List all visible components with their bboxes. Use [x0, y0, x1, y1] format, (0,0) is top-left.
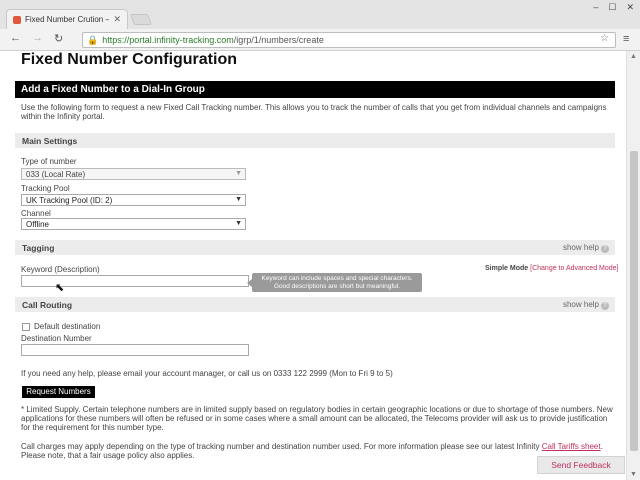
- tooltip-line-1: Keyword can include spaces and special c…: [261, 275, 413, 282]
- chevron-down-icon: ▼: [235, 170, 242, 177]
- url-path: /igrp/1/numbers/create: [233, 35, 324, 45]
- tagging-label: Tagging: [22, 243, 55, 253]
- close-window-button[interactable]: ✕: [626, 2, 634, 13]
- browser-titlebar: Fixed Number Crution – I ✕ – ☐ ✕: [0, 0, 640, 29]
- send-feedback-button[interactable]: Send Feedback: [537, 456, 625, 474]
- main-settings-header: Main Settings: [15, 133, 615, 148]
- tab-close-icon[interactable]: ✕: [113, 14, 121, 25]
- url-scheme: https://: [102, 35, 130, 45]
- destination-label: Destination Number: [21, 334, 92, 343]
- mode-toggle: Simple Mode [Change to Advanced Mode]: [485, 265, 618, 272]
- address-bar[interactable]: 🔒 https:// portal.infinity-tracking.com …: [82, 32, 616, 48]
- minimize-button[interactable]: –: [593, 2, 598, 13]
- type-value: 033 (Local Rate): [26, 170, 86, 179]
- call-routing-label: Call Routing: [22, 300, 73, 310]
- help-icon: ?: [601, 245, 609, 253]
- charges-text: Call charges may apply depending on the …: [21, 442, 613, 460]
- scroll-thumb[interactable]: [630, 151, 638, 451]
- new-tab-button[interactable]: [129, 14, 153, 25]
- charges-body: Call charges may apply depending on the …: [21, 442, 540, 451]
- main-settings-label: Main Settings: [22, 136, 78, 146]
- mouse-cursor-icon: ⬉: [55, 282, 65, 294]
- default-destination-label: Default destination: [34, 322, 101, 331]
- browser-tab[interactable]: Fixed Number Crution – I ✕: [6, 9, 128, 29]
- browser-toolbar: ← → ↻ 🔒 https:// portal.infinity-trackin…: [0, 29, 640, 51]
- forward-arrow-icon[interactable]: →: [32, 32, 43, 44]
- lock-icon: 🔒: [87, 34, 99, 45]
- browser-menu-icon[interactable]: ≡: [623, 33, 629, 45]
- intro-text: Use the following form to request a new …: [21, 103, 607, 121]
- call-routing-header: Call Routing show help?: [15, 297, 615, 312]
- limited-supply-text: * Limited Supply. Certain telephone numb…: [21, 405, 613, 432]
- tooltip-line-2: Good descriptions are short but meaningf…: [273, 282, 401, 290]
- advanced-mode-link[interactable]: [Change to Advanced Mode]: [530, 265, 618, 272]
- destination-input[interactable]: [21, 344, 249, 356]
- tab-title: Fixed Number Crution – I: [25, 15, 110, 24]
- show-help-label: show help: [562, 243, 599, 252]
- channel-value: Offline: [26, 220, 49, 229]
- request-numbers-button[interactable]: Request Numbers: [22, 386, 95, 398]
- chevron-down-icon: ▼: [235, 220, 242, 227]
- default-destination-checkbox[interactable]: [22, 323, 30, 331]
- keyword-tooltip: Keyword can include spaces and special c…: [247, 273, 422, 292]
- url-host: portal.infinity-tracking.com: [129, 35, 234, 45]
- tariffs-link[interactable]: Call Tariffs sheet: [542, 442, 601, 451]
- routing-show-help[interactable]: show help?: [563, 300, 609, 310]
- help-contact-text: If you need any help, please email your …: [21, 369, 393, 378]
- chevron-down-icon: ▼: [235, 196, 242, 203]
- scroll-up-icon[interactable]: ▲: [630, 53, 637, 60]
- vertical-scrollbar[interactable]: ▲ ▼: [626, 51, 640, 480]
- favicon-icon: [13, 15, 21, 24]
- window-controls: – ☐ ✕: [593, 2, 634, 13]
- scroll-down-icon[interactable]: ▼: [630, 471, 637, 478]
- channel-label: Channel: [21, 209, 51, 218]
- help-icon: ?: [601, 302, 609, 310]
- type-label: Type of number: [21, 157, 77, 166]
- show-help-label: show help: [562, 300, 599, 309]
- tagging-header: Tagging show help?: [15, 240, 615, 255]
- page-content: Fixed Number Configuration Add a Fixed N…: [0, 51, 626, 480]
- pool-label: Tracking Pool: [21, 184, 70, 193]
- form-header: Add a Fixed Number to a Dial-In Group: [15, 81, 615, 98]
- maximize-button[interactable]: ☐: [608, 2, 616, 13]
- pool-value: UK Tracking Pool (ID: 2): [26, 196, 113, 205]
- reload-icon[interactable]: ↻: [54, 32, 63, 45]
- simple-mode-label: Simple Mode: [485, 265, 529, 272]
- back-arrow-icon[interactable]: ←: [10, 32, 21, 44]
- channel-select[interactable]: Offline ▼: [21, 218, 246, 230]
- keyword-label: Keyword (Description): [21, 265, 100, 274]
- type-select[interactable]: 033 (Local Rate) ▼: [21, 168, 246, 180]
- tagging-show-help[interactable]: show help?: [563, 243, 609, 253]
- page-title: Fixed Number Configuration: [21, 51, 237, 68]
- pool-select[interactable]: UK Tracking Pool (ID: 2) ▼: [21, 194, 246, 206]
- bookmark-star-icon[interactable]: ☆: [600, 33, 609, 44]
